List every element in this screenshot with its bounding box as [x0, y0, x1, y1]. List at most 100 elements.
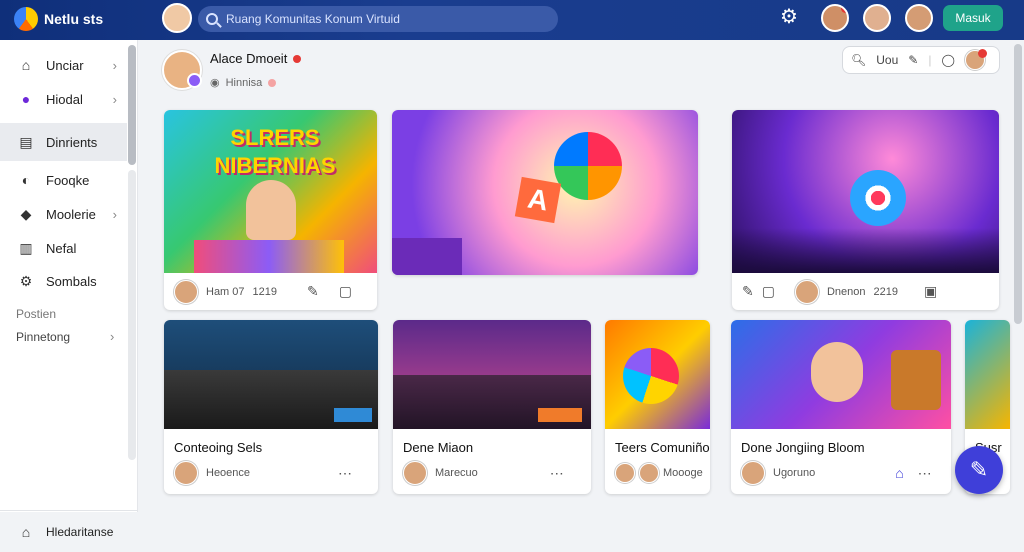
card-meta: 1219	[252, 285, 278, 298]
card-footer: Ugoruno ⌂ ⋯	[731, 452, 951, 494]
home-icon: ⌂	[21, 57, 31, 73]
more-icon[interactable]: ⋯	[338, 465, 352, 482]
settings-icon[interactable]: ⚙	[779, 7, 799, 27]
friend-avatar-3[interactable]	[905, 4, 933, 32]
logo-mark-icon	[14, 7, 38, 31]
app-logo[interactable]: Netlu sts	[14, 7, 103, 31]
chat-icon: ◆	[20, 206, 32, 222]
sidebar-item-label: Moolerie	[46, 206, 96, 222]
card-image: SLRERS NIBERNIAS	[164, 110, 377, 273]
sidebar-item-label: Nefal	[46, 240, 77, 256]
notification-dot	[293, 54, 302, 63]
author-name: Dnenon	[826, 285, 866, 298]
card-footer: Heoence ⋯	[164, 452, 378, 494]
card-badge	[538, 408, 582, 422]
more-icon[interactable]: ⋯	[918, 465, 932, 482]
author-avatar[interactable]	[741, 461, 765, 485]
card-subtitle: Marecuo	[435, 467, 478, 479]
create-button[interactable]: ✎	[955, 446, 1003, 494]
feed-card[interactable]: Conteoing Sels Heoence ⋯	[164, 320, 378, 494]
author-avatar[interactable]	[403, 461, 427, 485]
avatar[interactable]	[964, 49, 987, 70]
app-title: Netlu sts	[44, 11, 104, 27]
game-board	[891, 350, 941, 410]
feed-card[interactable]: Dene Miaon Marecuo ⋯	[393, 320, 591, 494]
chevron-right-icon: ›	[112, 57, 117, 73]
character-figure	[246, 180, 296, 240]
toolbar-label: Uou	[876, 53, 899, 67]
card-headline: SLRERS NIBERNIAS	[214, 125, 336, 178]
friend-avatar-2[interactable]	[863, 4, 891, 32]
sidebar-item-label: Unciar	[46, 57, 84, 73]
sidebar-item-pinned[interactable]: Pinnetong	[16, 330, 70, 344]
avatar[interactable]	[162, 3, 192, 33]
chevron-right-icon: ›	[112, 206, 117, 222]
sidebar-scroll-track	[128, 170, 136, 460]
card-image	[732, 110, 999, 273]
comment-icon[interactable]: ▢	[339, 283, 352, 300]
card-image	[965, 320, 1010, 429]
author-avatar[interactable]	[794, 279, 819, 304]
sidebar-item-4[interactable]: ◐ Fooqke	[0, 163, 127, 197]
sidebar-item-6[interactable]: ▥ Nefal	[0, 231, 127, 265]
brand-logo-icon	[554, 132, 622, 200]
sidebar-scrollbar[interactable]	[128, 45, 136, 165]
card-subtitle: Moooge	[663, 467, 703, 479]
profile-avatar[interactable]	[162, 50, 202, 90]
notification-badge	[977, 49, 987, 58]
chart-icon: ▥	[19, 240, 33, 256]
edit-icon[interactable]: ✎	[742, 283, 754, 300]
save-icon[interactable]: ▣	[924, 283, 937, 300]
sidebar-item-active[interactable]: ▤ Dinrients	[0, 123, 127, 161]
author-name: Ham 07	[206, 285, 245, 298]
author-avatar[interactable]	[174, 279, 198, 304]
sidebar-item-bottom[interactable]: ⌂ Hledaritanse	[0, 510, 138, 552]
edit-icon[interactable]: ✎	[307, 283, 319, 300]
friend-avatar-1[interactable]	[821, 4, 849, 32]
sidebar-item-settings[interactable]: ⚙ Sombals	[0, 264, 127, 298]
comment-icon[interactable]: ▢	[762, 283, 775, 300]
sidebar-item-home[interactable]: ⌂ Unciar ›	[0, 48, 127, 82]
feed-card[interactable]: Done Jongiing Bloom Ugoruno ⌂ ⋯	[731, 320, 951, 494]
join-button[interactable]: Masuk	[943, 5, 1003, 31]
search-input[interactable]: Ruang Komunitas Konum Virtuid	[198, 6, 558, 32]
author-avatar[interactable]	[174, 461, 198, 485]
profile-subtitle: Hinnisa	[225, 76, 263, 89]
sidebar: ⌂ Unciar › ● Hiodal › ▤ Dinrients ◐ Fooqke ◆ Mo…	[0, 40, 138, 540]
card-footer: Moooge	[605, 452, 710, 494]
more-icon[interactable]: ⋯	[550, 465, 564, 482]
card-meta: 2219	[873, 285, 898, 298]
card-footer: ✎ ▢ Dnenon 2219 ▣	[732, 273, 999, 310]
home-icon: ⌂	[21, 523, 31, 540]
feed-card[interactable]: Teers Comuniño Moooge	[605, 320, 710, 494]
sidebar-item-video[interactable]: ● Hiodal ›	[0, 82, 127, 116]
character-figure	[811, 342, 863, 402]
feed-card[interactable]: A	[392, 110, 698, 275]
card-image	[164, 320, 378, 429]
card-subtitle: Ugoruno	[773, 467, 816, 479]
letter-tile-icon: A	[514, 176, 562, 224]
main-scrollbar[interactable]	[1014, 44, 1022, 324]
card-image	[393, 320, 591, 429]
sidebar-item-label: Sombals	[46, 273, 97, 289]
edit-icon[interactable]: ✎	[908, 53, 918, 67]
card-subtitle: Heoence	[206, 467, 251, 479]
profile-header: Alace Dmoeit ◉ Hinnisa	[162, 50, 302, 90]
status-icon: ◉	[210, 77, 220, 89]
stage-block	[194, 240, 344, 273]
author-avatar[interactable]	[615, 463, 635, 483]
top-bar: Netlu sts Ruang Komunitas Konum Virtuid …	[0, 0, 1024, 40]
chat-icon[interactable]: ◯	[941, 53, 954, 67]
search-icon	[206, 13, 218, 25]
feed-card[interactable]: SLRERS NIBERNIAS Ham 07 1219 ✎ ▢	[164, 110, 377, 310]
sidebar-item-label: Dinrients	[46, 134, 98, 150]
divider: |	[928, 53, 932, 67]
sidebar-item-5[interactable]: ◆ Moolerie ›	[0, 197, 127, 231]
save-icon[interactable]: ⌂	[895, 465, 903, 481]
author-avatar[interactable]	[639, 463, 659, 483]
feed-card[interactable]: ✎ ▢ Dnenon 2219 ▣	[732, 110, 999, 310]
sidebar-item-label: Hiodal	[46, 91, 83, 107]
play-icon: ●	[21, 91, 31, 107]
search-icon[interactable]: 🔍︎	[851, 53, 866, 67]
chevron-right-icon: ›	[110, 329, 115, 344]
